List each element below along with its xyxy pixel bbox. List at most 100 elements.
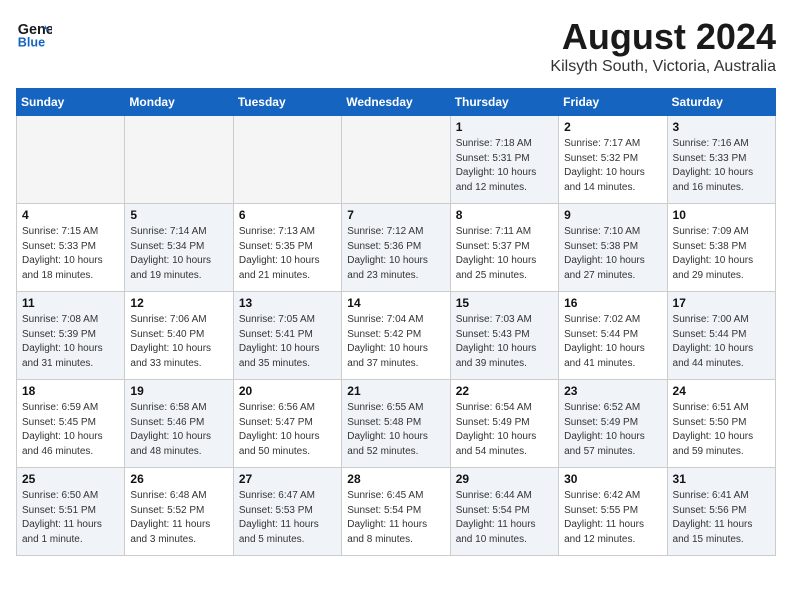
- day-info: Sunrise: 6:56 AM Sunset: 5:47 PM Dayligh…: [239, 401, 336, 459]
- logo: General Blue: [16, 16, 52, 52]
- location-title: Kilsyth South, Victoria, Australia: [550, 58, 776, 76]
- calendar-cell: [17, 116, 125, 204]
- calendar-cell: 9 Sunrise: 7:10 AM Sunset: 5:38 PM Daylig…: [559, 204, 667, 292]
- calendar-cell: 26 Sunrise: 6:48 AM Sunset: 5:52 PM Dayli…: [125, 468, 233, 556]
- day-number: 2: [564, 120, 661, 134]
- day-info: Sunrise: 7:13 AM Sunset: 5:35 PM Dayligh…: [239, 225, 336, 283]
- calendar-cell: 7 Sunrise: 7:12 AM Sunset: 5:36 PM Daylig…: [342, 204, 450, 292]
- day-number: 19: [130, 384, 227, 398]
- day-info: Sunrise: 6:51 AM Sunset: 5:50 PM Dayligh…: [673, 401, 770, 459]
- day-number: 3: [673, 120, 770, 134]
- day-number: 24: [673, 384, 770, 398]
- day-number: 12: [130, 296, 227, 310]
- day-info: Sunrise: 7:00 AM Sunset: 5:44 PM Dayligh…: [673, 313, 770, 371]
- day-info: Sunrise: 6:45 AM Sunset: 5:54 PM Dayligh…: [347, 489, 444, 547]
- header-row: SundayMondayTuesdayWednesdayThursdayFrid…: [17, 89, 776, 116]
- day-number: 14: [347, 296, 444, 310]
- calendar-cell: 2 Sunrise: 7:17 AM Sunset: 5:32 PM Daylig…: [559, 116, 667, 204]
- calendar-cell: [233, 116, 341, 204]
- calendar-cell: 19 Sunrise: 6:58 AM Sunset: 5:46 PM Dayli…: [125, 380, 233, 468]
- day-info: Sunrise: 6:55 AM Sunset: 5:48 PM Dayligh…: [347, 401, 444, 459]
- calendar-week-4: 18 Sunrise: 6:59 AM Sunset: 5:45 PM Dayli…: [17, 380, 776, 468]
- calendar-cell: 29Sunrise: 6:44 AM Sunset: 5:54 PM Dayli…: [450, 468, 558, 556]
- calendar-cell: 18 Sunrise: 6:59 AM Sunset: 5:45 PM Dayli…: [17, 380, 125, 468]
- calendar-cell: 4Sunrise: 7:15 AM Sunset: 5:33 PM Daylig…: [17, 204, 125, 292]
- column-header-tuesday: Tuesday: [233, 89, 341, 116]
- day-number: 10: [673, 208, 770, 222]
- svg-text:Blue: Blue: [18, 36, 45, 50]
- calendar-cell: 23 Sunrise: 6:52 AM Sunset: 5:49 PM Dayli…: [559, 380, 667, 468]
- day-info: Sunrise: 7:12 AM Sunset: 5:36 PM Dayligh…: [347, 225, 444, 283]
- day-number: 21: [347, 384, 444, 398]
- day-info: Sunrise: 7:10 AM Sunset: 5:38 PM Dayligh…: [564, 225, 661, 283]
- calendar-cell: 22Sunrise: 6:54 AM Sunset: 5:49 PM Dayli…: [450, 380, 558, 468]
- day-number: 8: [456, 208, 553, 222]
- day-info: Sunrise: 6:41 AM Sunset: 5:56 PM Dayligh…: [673, 489, 770, 547]
- column-header-sunday: Sunday: [17, 89, 125, 116]
- calendar-cell: 31 Sunrise: 6:41 AM Sunset: 5:56 PM Dayli…: [667, 468, 775, 556]
- day-info: Sunrise: 6:48 AM Sunset: 5:52 PM Dayligh…: [130, 489, 227, 547]
- calendar-cell: 15 Sunrise: 7:03 AM Sunset: 5:43 PM Dayli…: [450, 292, 558, 380]
- day-number: 16: [564, 296, 661, 310]
- day-info: Sunrise: 7:17 AM Sunset: 5:32 PM Dayligh…: [564, 137, 661, 195]
- column-header-wednesday: Wednesday: [342, 89, 450, 116]
- column-header-saturday: Saturday: [667, 89, 775, 116]
- day-number: 5: [130, 208, 227, 222]
- day-info: Sunrise: 6:58 AM Sunset: 5:46 PM Dayligh…: [130, 401, 227, 459]
- day-number: 9: [564, 208, 661, 222]
- day-number: 28: [347, 472, 444, 486]
- calendar-cell: 25 Sunrise: 6:50 AM Sunset: 5:51 PM Dayli…: [17, 468, 125, 556]
- calendar-cell: [342, 116, 450, 204]
- day-number: 20: [239, 384, 336, 398]
- day-info: Sunrise: 7:04 AM Sunset: 5:42 PM Dayligh…: [347, 313, 444, 371]
- day-number: 25: [22, 472, 119, 486]
- calendar-cell: 3 Sunrise: 7:16 AM Sunset: 5:33 PM Daylig…: [667, 116, 775, 204]
- day-info: Sunrise: 6:42 AM Sunset: 5:55 PM Dayligh…: [564, 489, 661, 547]
- day-info: Sunrise: 7:08 AM Sunset: 5:39 PM Dayligh…: [22, 313, 119, 371]
- calendar-cell: 17 Sunrise: 7:00 AM Sunset: 5:44 PM Dayli…: [667, 292, 775, 380]
- column-header-friday: Friday: [559, 89, 667, 116]
- day-info: Sunrise: 7:03 AM Sunset: 5:43 PM Dayligh…: [456, 313, 553, 371]
- calendar-cell: [125, 116, 233, 204]
- day-info: Sunrise: 7:14 AM Sunset: 5:34 PM Dayligh…: [130, 225, 227, 283]
- calendar-week-2: 4Sunrise: 7:15 AM Sunset: 5:33 PM Daylig…: [17, 204, 776, 292]
- day-number: 18: [22, 384, 119, 398]
- day-info: Sunrise: 6:54 AM Sunset: 5:49 PM Dayligh…: [456, 401, 553, 459]
- day-number: 17: [673, 296, 770, 310]
- day-info: Sunrise: 7:16 AM Sunset: 5:33 PM Dayligh…: [673, 137, 770, 195]
- day-number: 6: [239, 208, 336, 222]
- day-number: 15: [456, 296, 553, 310]
- calendar-cell: 24 Sunrise: 6:51 AM Sunset: 5:50 PM Dayli…: [667, 380, 775, 468]
- day-info: Sunrise: 6:47 AM Sunset: 5:53 PM Dayligh…: [239, 489, 336, 547]
- page-header: General Blue August 2024 Kilsyth South, …: [16, 16, 776, 76]
- calendar-cell: 27 Sunrise: 6:47 AM Sunset: 5:53 PM Dayli…: [233, 468, 341, 556]
- day-number: 27: [239, 472, 336, 486]
- calendar-cell: 21 Sunrise: 6:55 AM Sunset: 5:48 PM Dayli…: [342, 380, 450, 468]
- calendar-week-3: 11Sunrise: 7:08 AM Sunset: 5:39 PM Dayli…: [17, 292, 776, 380]
- logo-icon: General Blue: [16, 16, 52, 52]
- month-title: August 2024: [550, 16, 776, 58]
- day-info: Sunrise: 6:44 AM Sunset: 5:54 PM Dayligh…: [456, 489, 553, 547]
- day-info: Sunrise: 7:11 AM Sunset: 5:37 PM Dayligh…: [456, 225, 553, 283]
- day-number: 26: [130, 472, 227, 486]
- title-block: August 2024 Kilsyth South, Victoria, Aus…: [550, 16, 776, 76]
- day-info: Sunrise: 7:05 AM Sunset: 5:41 PM Dayligh…: [239, 313, 336, 371]
- calendar-week-5: 25 Sunrise: 6:50 AM Sunset: 5:51 PM Dayli…: [17, 468, 776, 556]
- day-number: 7: [347, 208, 444, 222]
- day-info: Sunrise: 7:06 AM Sunset: 5:40 PM Dayligh…: [130, 313, 227, 371]
- day-info: Sunrise: 7:15 AM Sunset: 5:33 PM Dayligh…: [22, 225, 119, 283]
- day-info: Sunrise: 6:50 AM Sunset: 5:51 PM Dayligh…: [22, 489, 119, 547]
- day-number: 30: [564, 472, 661, 486]
- day-number: 31: [673, 472, 770, 486]
- calendar-week-1: 1Sunrise: 7:18 AM Sunset: 5:31 PM Daylig…: [17, 116, 776, 204]
- calendar-table: SundayMondayTuesdayWednesdayThursdayFrid…: [16, 88, 776, 556]
- calendar-cell: 28 Sunrise: 6:45 AM Sunset: 5:54 PM Dayli…: [342, 468, 450, 556]
- calendar-cell: 10Sunrise: 7:09 AM Sunset: 5:38 PM Dayli…: [667, 204, 775, 292]
- column-header-monday: Monday: [125, 89, 233, 116]
- day-number: 23: [564, 384, 661, 398]
- calendar-cell: 1Sunrise: 7:18 AM Sunset: 5:31 PM Daylig…: [450, 116, 558, 204]
- day-info: Sunrise: 6:52 AM Sunset: 5:49 PM Dayligh…: [564, 401, 661, 459]
- calendar-cell: 6 Sunrise: 7:13 AM Sunset: 5:35 PM Daylig…: [233, 204, 341, 292]
- day-info: Sunrise: 6:59 AM Sunset: 5:45 PM Dayligh…: [22, 401, 119, 459]
- calendar-cell: 11Sunrise: 7:08 AM Sunset: 5:39 PM Dayli…: [17, 292, 125, 380]
